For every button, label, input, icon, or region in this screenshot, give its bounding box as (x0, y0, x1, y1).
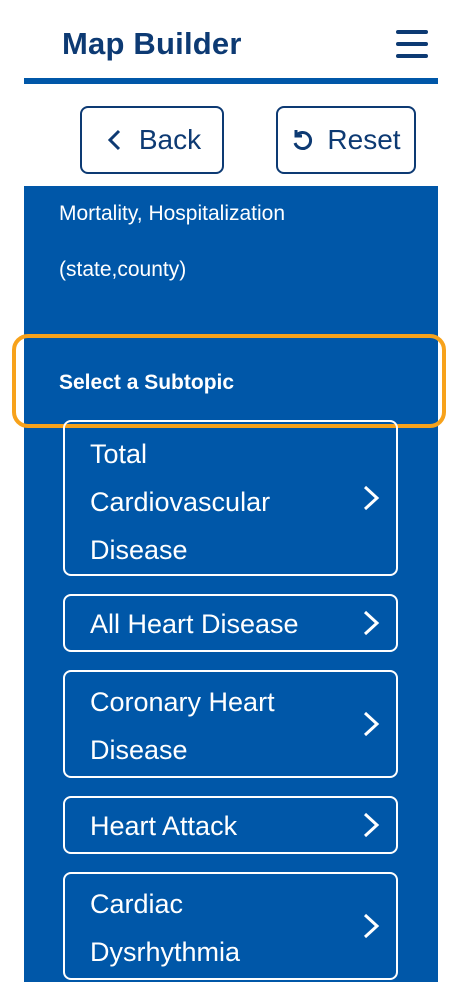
back-button[interactable]: Back (80, 106, 224, 174)
page-title: Map Builder (62, 26, 242, 61)
app-header: Map Builder (24, 6, 438, 84)
subtopic-item-label: Heart Attack (90, 811, 238, 841)
topic-line-2: (state,county) (59, 258, 187, 281)
chevron-right-icon (363, 812, 380, 838)
subtopic-item-total-cardiovascular-disease[interactable]: Total Cardiovascular Disease (63, 420, 398, 576)
subtopic-item-all-heart-disease[interactable]: All Heart Disease (63, 594, 398, 652)
chevron-right-icon (363, 913, 380, 939)
subtopic-item-label: Cardiac Dysrhythmia (90, 889, 241, 967)
toolbar: Back Reset (24, 84, 438, 186)
chevron-right-icon (363, 711, 380, 737)
subtopic-item-coronary-heart-disease[interactable]: Coronary Heart Disease (63, 670, 398, 778)
subtopic-item-label: All Heart Disease (90, 609, 299, 639)
chevron-right-icon (363, 610, 380, 636)
subtopic-item-label: Coronary Heart Disease (90, 687, 275, 765)
topic-line-1: Mortality, Hospitalization (59, 202, 286, 225)
subtopic-heading: Select a Subtopic (59, 371, 235, 394)
subtopic-item-heart-attack[interactable]: Heart Attack (63, 796, 398, 854)
back-button-label: Back (138, 124, 202, 155)
chevron-left-icon (107, 129, 120, 151)
reset-button-label: Reset (327, 124, 401, 155)
subtopic-item-label: Total Cardiovascular Disease (90, 439, 271, 565)
undo-icon (293, 130, 313, 150)
hamburger-menu-icon[interactable] (396, 30, 428, 58)
subtopic-item-cardiac-dysrhythmia[interactable]: Cardiac Dysrhythmia (63, 872, 398, 980)
chevron-right-icon (363, 485, 380, 511)
reset-button[interactable]: Reset (276, 106, 416, 174)
